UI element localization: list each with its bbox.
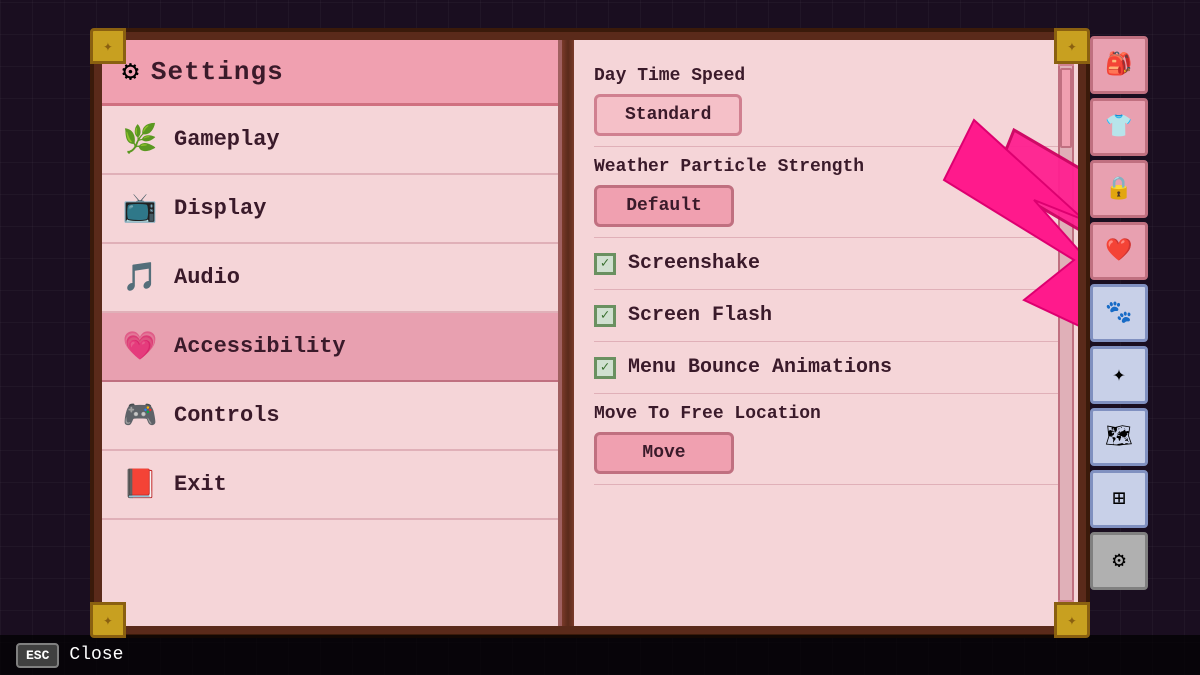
audio-icon: 🎵 xyxy=(122,260,158,295)
sidebar-map-btn[interactable]: 🗺 xyxy=(1090,408,1148,466)
book-inner: ⚙ Settings 🌿 Gameplay 📺 Display 🎵 Audio xyxy=(94,32,1086,634)
sidebar-compass-btn[interactable]: ✦ xyxy=(1090,346,1148,404)
nav-label-audio: Audio xyxy=(174,265,240,290)
screenshake-label: Screenshake xyxy=(628,252,760,275)
weather-particle-label: Weather Particle Strength xyxy=(594,157,1058,177)
corner-bl xyxy=(90,602,126,638)
sidebar-lock-btn[interactable]: 🔒 xyxy=(1090,160,1148,218)
gameplay-icon: 🌿 xyxy=(122,122,158,157)
nav-item-exit[interactable]: 📕 Exit xyxy=(102,451,558,520)
sidebar-gear-btn[interactable]: ⚙ xyxy=(1090,532,1148,590)
menu-bounce-row: Menu Bounce Animations xyxy=(594,342,1058,394)
weather-particle-button[interactable]: Default xyxy=(594,185,734,227)
day-time-speed-label: Day Time Speed xyxy=(594,66,1058,86)
nav-item-controls[interactable]: 🎮 Controls xyxy=(102,382,558,451)
move-to-free-button[interactable]: Move xyxy=(594,432,734,474)
accessibility-icon: 💗 xyxy=(122,329,158,364)
sidebar-heart-btn[interactable]: ❤️ xyxy=(1090,222,1148,280)
nav-label-controls: Controls xyxy=(174,403,280,428)
right-content: Day Time Speed Standard Weather Particle… xyxy=(574,40,1078,626)
nav-label-gameplay: Gameplay xyxy=(174,127,280,152)
nav-item-gameplay[interactable]: 🌿 Gameplay xyxy=(102,106,558,175)
corner-br xyxy=(1054,602,1090,638)
esc-bar: ESC Close xyxy=(0,635,1200,675)
left-page: ⚙ Settings 🌿 Gameplay 📺 Display 🎵 Audio xyxy=(102,40,562,626)
controls-icon: 🎮 xyxy=(122,398,158,433)
screen-flash-row: Screen Flash xyxy=(594,290,1058,342)
weather-particle-section: Weather Particle Strength Default xyxy=(594,147,1058,238)
menu-bounce-label: Menu Bounce Animations xyxy=(628,356,892,379)
exit-icon: 📕 xyxy=(122,467,158,502)
right-sidebar: 🎒 👕 🔒 ❤️ 🐾 ✦ 🗺 ⊞ ⚙ xyxy=(1090,32,1154,634)
nav-item-audio[interactable]: 🎵 Audio xyxy=(102,244,558,313)
nav-label-display: Display xyxy=(174,196,266,221)
sidebar-paw-btn[interactable]: 🐾 xyxy=(1090,284,1148,342)
book-outer: ⚙ Settings 🌿 Gameplay 📺 Display 🎵 Audio xyxy=(90,28,1090,638)
settings-title: Settings xyxy=(151,57,284,87)
scrollbar-track: ▲ ▼ xyxy=(1058,48,1074,618)
nav-label-exit: Exit xyxy=(174,472,227,497)
display-icon: 📺 xyxy=(122,191,158,226)
sidebar-grid-btn[interactable]: ⊞ xyxy=(1090,470,1148,528)
sidebar-backpack-btn[interactable]: 🎒 xyxy=(1090,36,1148,94)
screenshake-checkbox[interactable] xyxy=(594,253,616,275)
book-spine xyxy=(562,40,574,626)
screen-flash-checkbox[interactable] xyxy=(594,305,616,327)
day-time-speed-button[interactable]: Standard xyxy=(594,94,742,136)
right-page: Day Time Speed Standard Weather Particle… xyxy=(574,40,1078,626)
esc-key: ESC xyxy=(16,643,59,668)
close-label: Close xyxy=(69,645,123,665)
nav-item-accessibility[interactable]: 💗 Accessibility xyxy=(102,313,558,382)
sidebar-shirt-btn[interactable]: 👕 xyxy=(1090,98,1148,156)
screenshake-row: Screenshake xyxy=(594,238,1058,290)
move-to-free-label: Move To Free Location xyxy=(594,404,1058,424)
nav-item-display[interactable]: 📺 Display xyxy=(102,175,558,244)
menu-bounce-checkbox[interactable] xyxy=(594,357,616,379)
settings-header: ⚙ Settings xyxy=(102,40,558,106)
move-to-free-section: Move To Free Location Move xyxy=(594,394,1058,485)
nav-label-accessibility: Accessibility xyxy=(174,334,346,359)
scrollbar-thumb[interactable] xyxy=(1060,68,1072,148)
day-time-speed-section: Day Time Speed Standard xyxy=(594,56,1058,147)
screen-flash-label: Screen Flash xyxy=(628,304,772,327)
corner-tl xyxy=(90,28,126,64)
corner-tr xyxy=(1054,28,1090,64)
book-container: ⚙ Settings 🌿 Gameplay 📺 Display 🎵 Audio xyxy=(90,28,1090,638)
